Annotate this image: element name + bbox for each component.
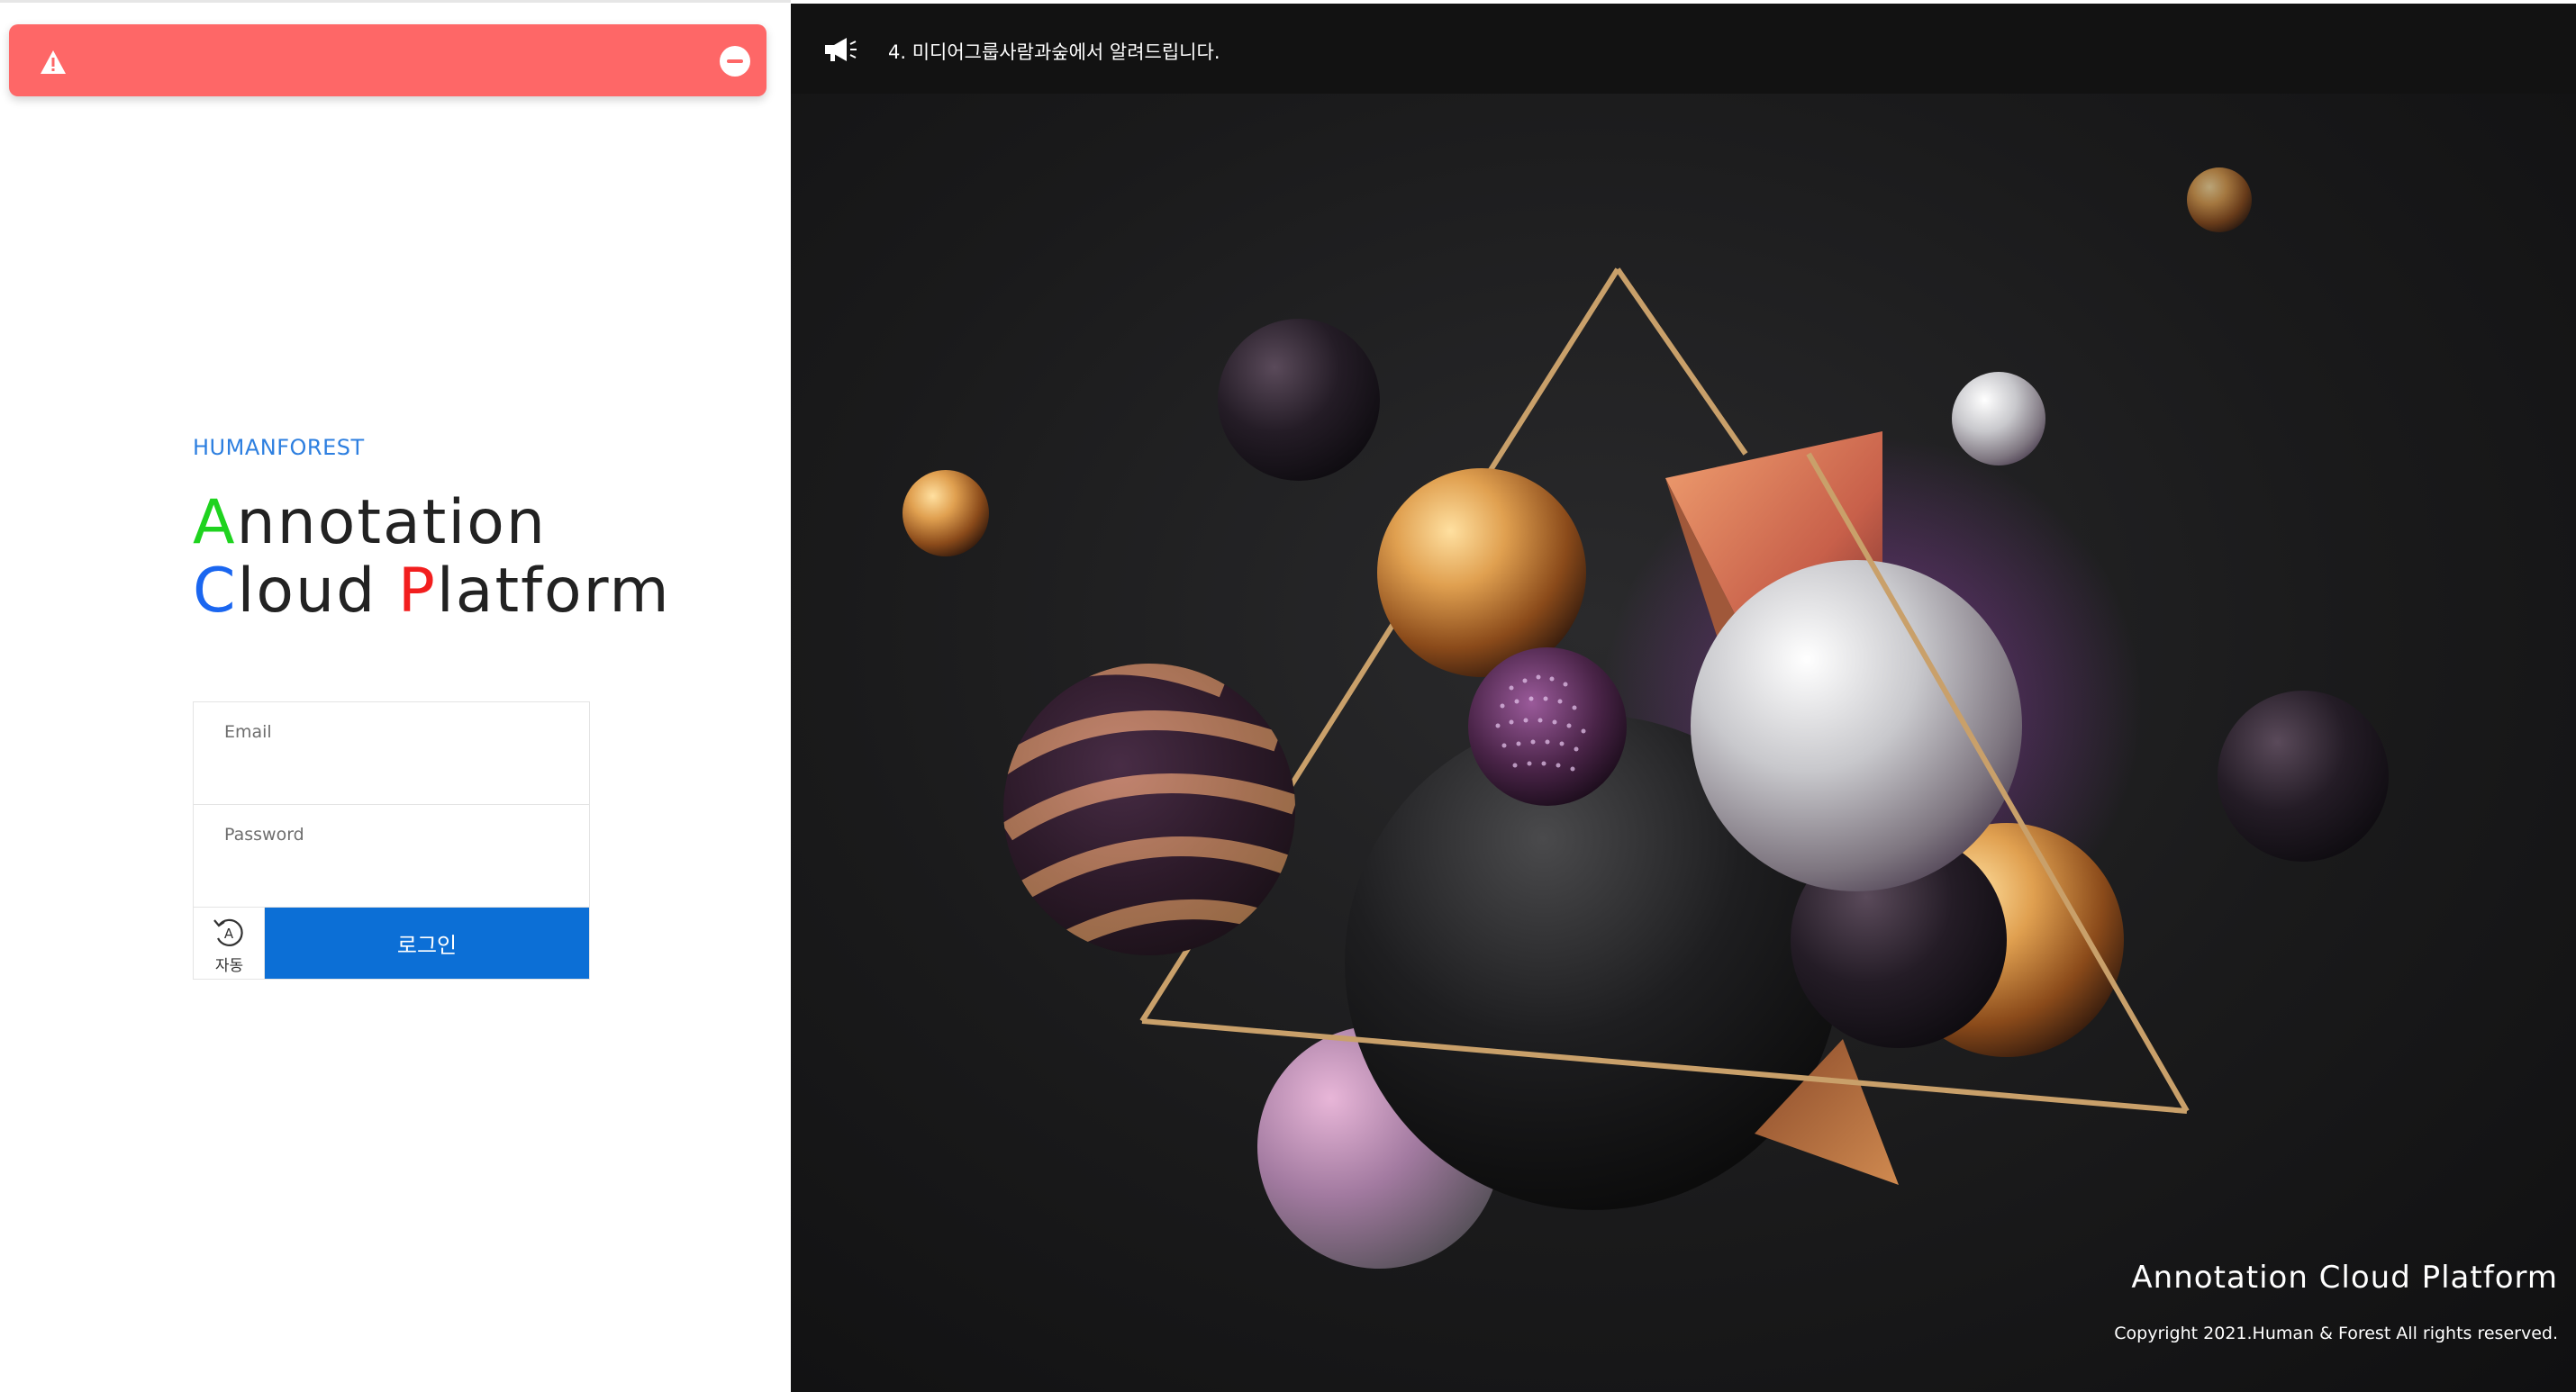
footer-title: Annotation Cloud Platform: [2131, 1260, 2558, 1296]
login-form: Email Password A 자동 로그인: [193, 701, 590, 980]
notice-bar[interactable]: 4. 미디어그룹사람과숲에서 알려드립니다.: [791, 4, 2576, 94]
email-field-box: Email: [194, 702, 589, 805]
login-action-row: A 자동 로그인: [194, 908, 589, 979]
password-field[interactable]: [224, 855, 552, 893]
login-panel: HUMANFOREST Annotation Cloud Platform Em…: [0, 0, 791, 1392]
login-button[interactable]: 로그인: [265, 908, 589, 979]
title-platform: latform: [436, 556, 671, 627]
hero-illustration: [903, 167, 2389, 1269]
notice-text[interactable]: 4. 미디어그룹사람과숲에서 알려드립니다.: [888, 38, 1220, 65]
title-cloud: loud: [237, 556, 398, 627]
megaphone-icon: [825, 38, 857, 61]
title-letter-p: P: [397, 556, 437, 627]
email-label: Email: [224, 722, 272, 742]
page-title: Annotation Cloud Platform: [193, 489, 671, 626]
auto-login-toggle[interactable]: A 자동: [194, 908, 265, 979]
title-annotation: nnotation: [236, 487, 547, 558]
password-field-box: Password: [194, 805, 589, 908]
svg-text:A: A: [224, 926, 234, 942]
auto-login-label: 자동: [214, 957, 244, 975]
warning-icon: [41, 50, 66, 74]
email-field[interactable]: [224, 753, 552, 791]
hero-panel: 4. 미디어그룹사람과숲에서 알려드립니다. Annotation Cloud …: [791, 0, 2576, 1392]
alert-banner: [9, 24, 766, 96]
login-page: HUMANFOREST Annotation Cloud Platform Em…: [0, 0, 2576, 1392]
title-letter-a: A: [193, 487, 237, 558]
footer-copyright: Copyright 2021.Human & Forest All rights…: [2114, 1324, 2558, 1343]
auto-login-icon: A: [213, 918, 243, 946]
brand-label: HUMANFOREST: [193, 435, 365, 460]
password-label: Password: [224, 825, 304, 845]
title-letter-c: C: [193, 556, 238, 627]
minus-circle-icon[interactable]: [720, 46, 750, 77]
